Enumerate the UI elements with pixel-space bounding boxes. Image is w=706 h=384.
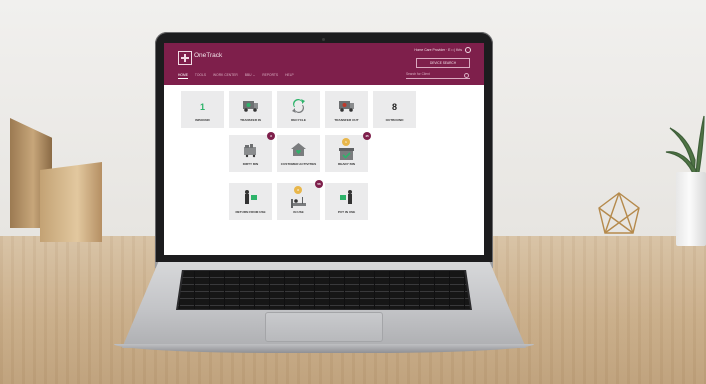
tile-label: TRANSFER OUT	[334, 118, 359, 122]
tile-outbound[interactable]: 8 OUTBOUND	[373, 91, 416, 128]
tile-label: RETURN FROM USE	[235, 210, 266, 214]
hospital-bed-icon	[291, 197, 306, 208]
inbound-count: 1	[199, 102, 205, 112]
tile-inbound[interactable]: 1 INBOUND	[181, 91, 224, 128]
recycle-icon	[292, 99, 305, 113]
ready-bin-small-badge: 1	[342, 138, 350, 146]
tile-customer-activities[interactable]: CUSTOMER ACTIVITIES	[277, 135, 320, 172]
brass-holder	[40, 162, 102, 242]
plus-logo-icon[interactable]	[178, 51, 192, 65]
tile-label: OUTBOUND	[385, 118, 404, 122]
camera-icon	[322, 38, 325, 41]
deliver-person-icon	[340, 190, 352, 204]
tile-return-from-use[interactable]: RETURN FROM USE	[229, 183, 272, 220]
geometric-decoration	[598, 192, 640, 234]
user-info[interactable]: Home Care Provider · E □ | Kris	[414, 48, 462, 52]
nav-reports[interactable]: REPORTS	[262, 73, 278, 79]
tile-recycle[interactable]: RECYCLE	[277, 91, 320, 128]
search-icon[interactable]	[464, 72, 469, 78]
tile-in-use[interactable]: 3 IN USE	[277, 183, 320, 220]
laptop-screen: OneTrack Home Care Provider · E □ | Kris…	[164, 43, 484, 255]
keyboard-keys	[178, 271, 470, 309]
plant-pot	[676, 172, 706, 246]
plant-decoration	[665, 115, 705, 179]
ready-bin-badge: 45	[363, 132, 371, 140]
outbound-count: 8	[391, 102, 397, 112]
in-use-badge: 56	[315, 180, 323, 188]
client-search-input[interactable]: Search for Client	[406, 71, 470, 79]
tile-label: CUSTOMER ACTIVITIES	[280, 162, 317, 166]
dirty-bin-badge: 3	[267, 132, 275, 140]
main-nav: HOME TOOLS WORK CENTER BBU ⌄ REPORTS HEL…	[178, 73, 294, 79]
tile-transfer-in[interactable]: TRANSFER IN	[229, 91, 272, 128]
tile-put-in-use[interactable]: PUT IN USE	[325, 183, 368, 220]
tile-ready-bin[interactable]: 1 READY BIN	[325, 135, 368, 172]
tile-dirty-bin[interactable]: DIRTY BIN	[229, 135, 272, 172]
dirty-bin-icon	[244, 144, 256, 158]
tile-label: READY BIN	[338, 162, 355, 166]
tile-label: RECYCLE	[291, 118, 306, 122]
nav-home[interactable]: HOME	[178, 73, 188, 79]
truck-out-icon	[339, 101, 354, 112]
tile-label: INBOUND	[195, 118, 210, 122]
trackpad	[265, 312, 383, 342]
tile-label: IN USE	[293, 210, 304, 214]
power-icon[interactable]	[465, 47, 471, 53]
tile-transfer-out[interactable]: TRANSFER OUT	[325, 91, 368, 128]
nav-bbu[interactable]: BBU ⌄	[245, 73, 255, 79]
tile-label: TRANSFER IN	[240, 118, 261, 122]
nav-tools[interactable]: TOOLS	[195, 73, 206, 79]
app-header: OneTrack Home Care Provider · E □ | Kris…	[164, 43, 484, 85]
nav-work-center[interactable]: WORK CENTER	[213, 73, 238, 79]
nav-help[interactable]: HELP	[285, 73, 294, 79]
in-use-small-badge: 3	[294, 186, 302, 194]
app-title[interactable]: OneTrack	[194, 52, 222, 59]
return-person-icon	[245, 190, 257, 204]
ready-bin-icon	[339, 148, 354, 160]
device-search-button[interactable]: DEVICE SEARCH	[416, 58, 470, 68]
home-care-icon	[291, 143, 306, 156]
tile-label: DIRTY BIN	[242, 162, 259, 166]
tile-label: PUT IN USE	[337, 210, 356, 214]
truck-in-icon	[243, 101, 258, 112]
